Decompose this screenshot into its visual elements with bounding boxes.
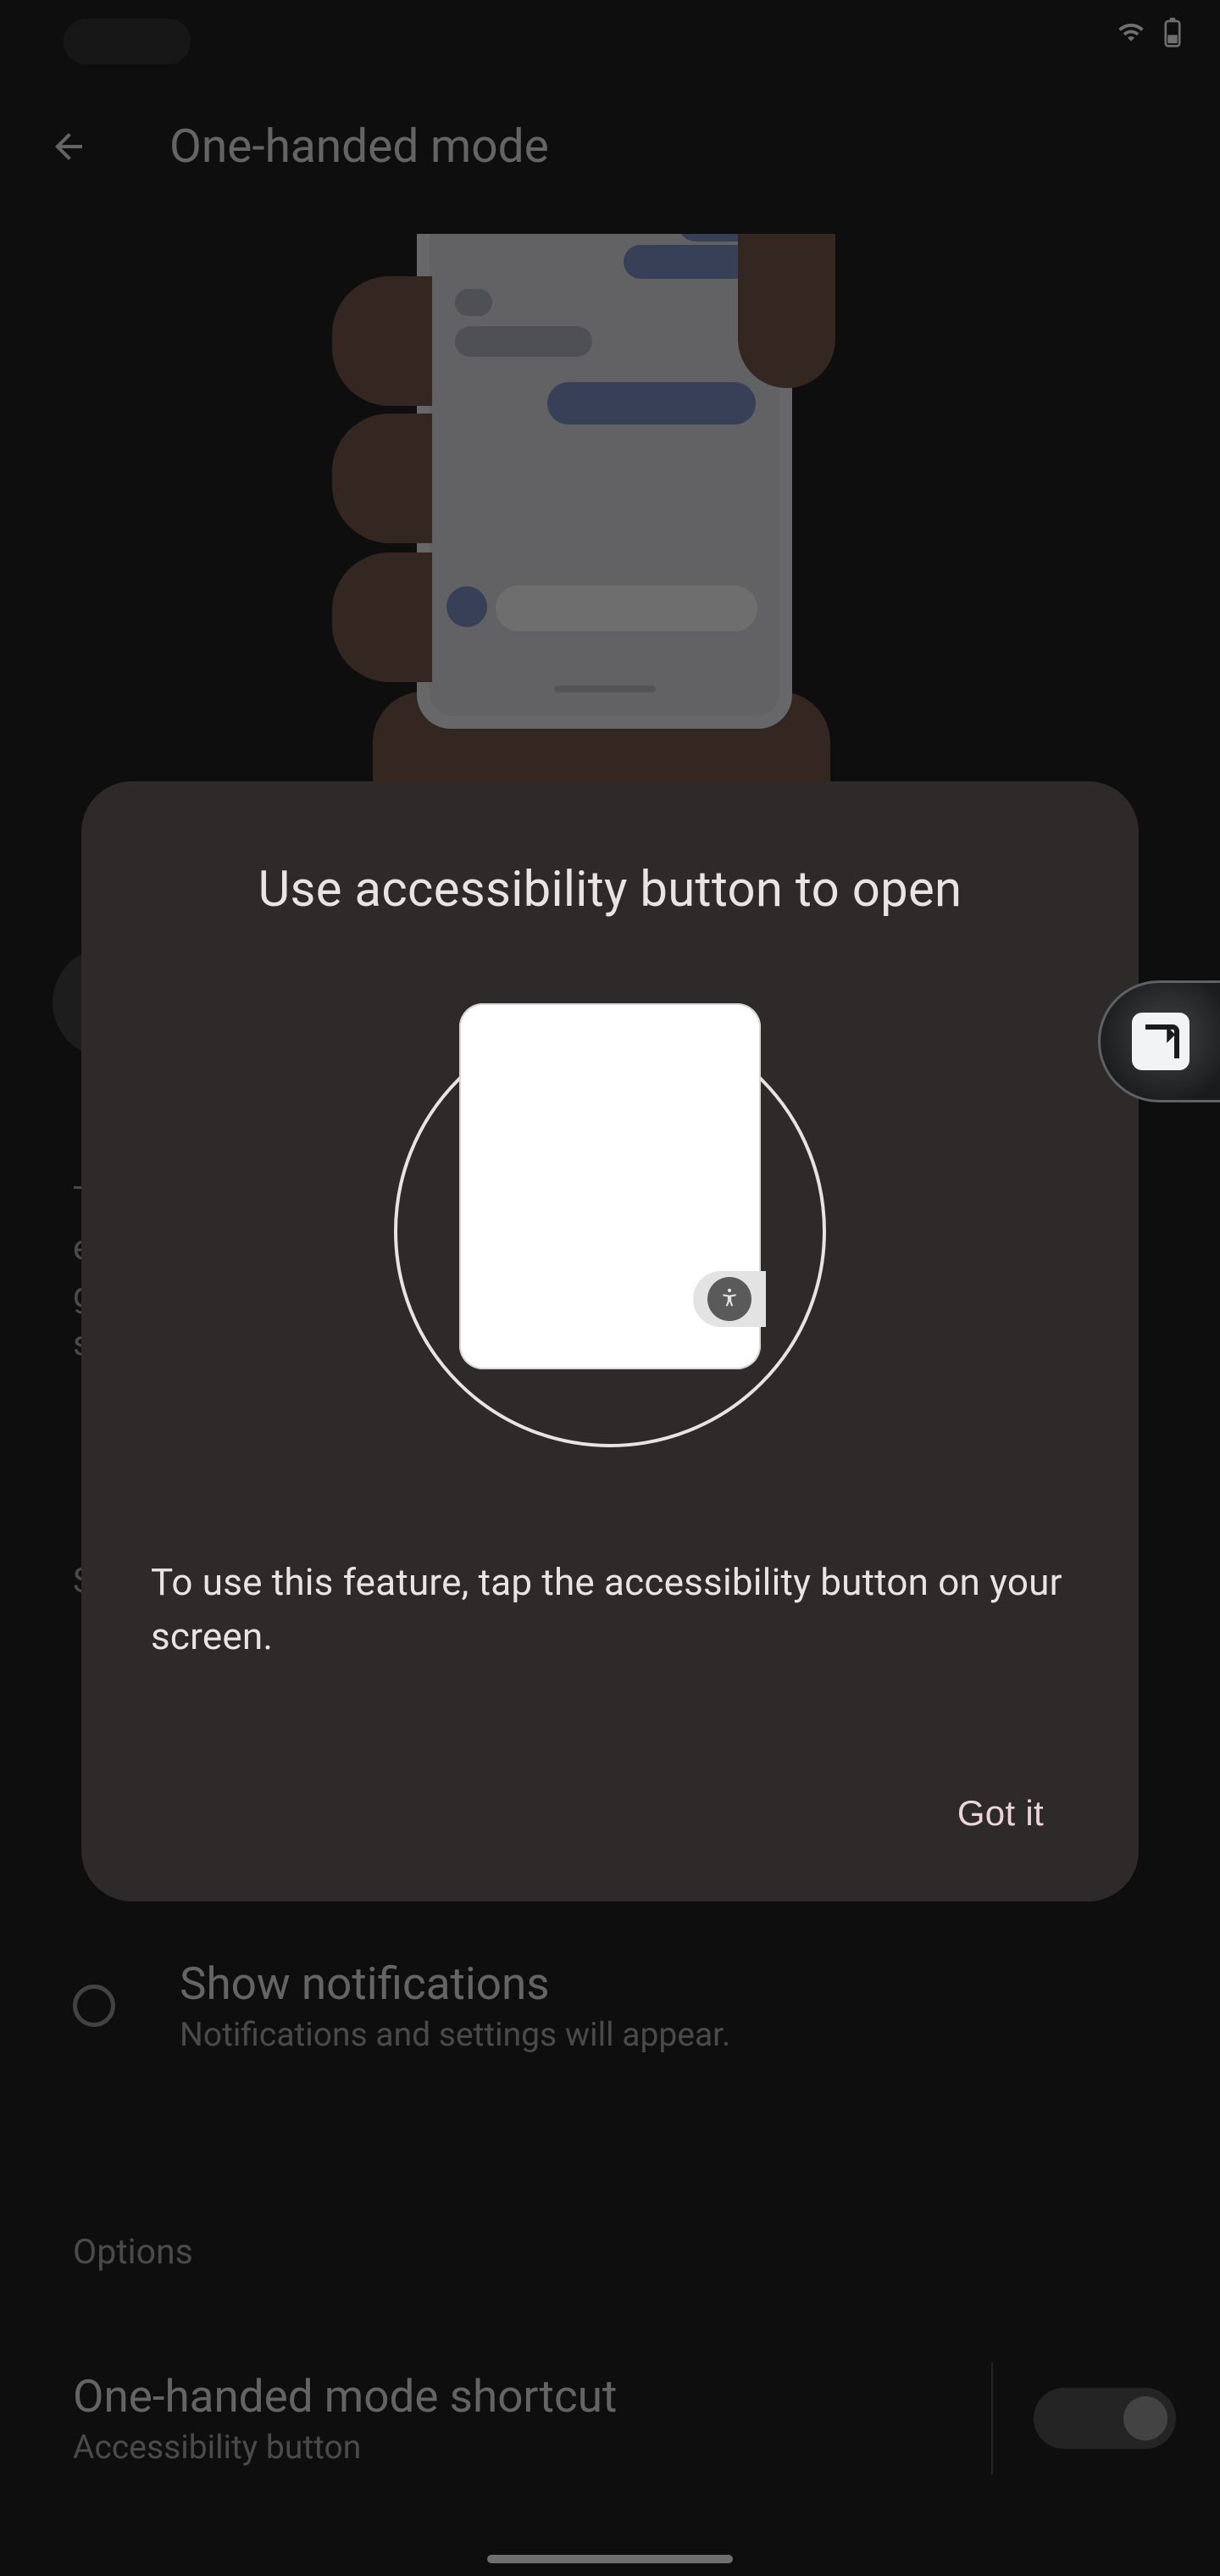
accessibility-icon bbox=[718, 1286, 740, 1312]
dialog-body: To use this feature, tap the accessibili… bbox=[151, 1556, 1069, 1664]
accessibility-chip bbox=[693, 1271, 766, 1327]
got-it-button[interactable]: Got it bbox=[932, 1774, 1069, 1852]
floating-accessibility-shortcut[interactable] bbox=[1098, 980, 1220, 1102]
dialog-title: Use accessibility button to open bbox=[151, 861, 1069, 919]
phone-outline bbox=[459, 1003, 761, 1369]
dialog-illustration bbox=[394, 1015, 826, 1447]
accessibility-dialog: Use accessibility button to open To use … bbox=[81, 781, 1139, 1901]
one-handed-icon bbox=[1132, 1013, 1190, 1070]
